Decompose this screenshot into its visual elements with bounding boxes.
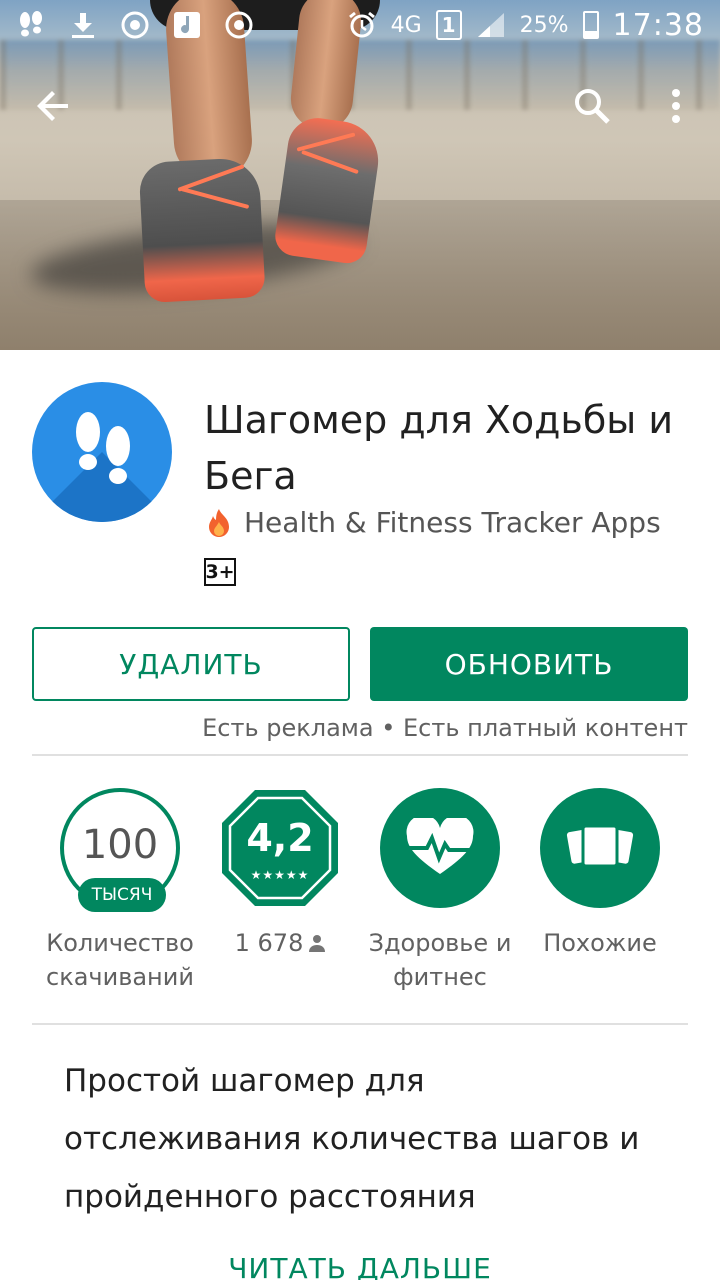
music-icon xyxy=(172,10,202,40)
feature-graphic xyxy=(0,0,720,350)
downloads-unit: ТЫСЯЧ xyxy=(78,878,166,912)
sim-slot-indicator: 1 xyxy=(435,10,462,40)
age-rating-badge[interactable]: 3+ xyxy=(204,558,236,586)
sneaker-right xyxy=(272,114,384,266)
app-icon xyxy=(32,382,172,522)
rating-stat[interactable]: 4,2 ★★★★★ 1 678 xyxy=(200,788,360,960)
developer-name: Health & Fitness Tracker Apps xyxy=(244,506,661,539)
divider xyxy=(32,754,688,756)
more-options-button[interactable] xyxy=(650,80,702,132)
rating-stars: ★★★★★ xyxy=(250,868,310,882)
search-button[interactable] xyxy=(566,80,618,132)
clock: 17:38 xyxy=(612,7,704,43)
person-icon xyxy=(309,935,326,952)
chrome-icon xyxy=(120,10,150,40)
downloads-label: Количество скачиваний xyxy=(46,929,194,991)
divider xyxy=(32,1023,688,1025)
heart-pulse-icon xyxy=(406,818,474,874)
category-label: Здоровье и фитнес xyxy=(368,929,512,991)
arrow-back-icon xyxy=(37,91,68,121)
footprints-icon xyxy=(76,412,130,484)
rating-value: 4,2 xyxy=(246,816,314,860)
chrome-icon xyxy=(224,10,254,40)
similar-stat[interactable]: Похожие xyxy=(520,788,680,960)
fire-icon xyxy=(209,508,229,537)
downloads-stat: 100 ТЫСЯЧ Количество скачиваний xyxy=(40,788,200,994)
developer-link[interactable]: Health & Fitness Tracker Apps xyxy=(206,506,661,539)
uninstall-button[interactable]: УДАЛИТЬ xyxy=(32,627,350,701)
battery-percent: 25% xyxy=(519,12,569,38)
similar-label: Похожие xyxy=(543,929,657,957)
download-icon xyxy=(68,10,98,40)
footsteps-icon xyxy=(16,10,46,40)
similar-badge xyxy=(540,788,660,908)
app-title: Шагомер для Ходьбы и Бега xyxy=(204,398,674,498)
downloads-badge: 100 ТЫСЯЧ xyxy=(60,788,180,912)
signal-icon xyxy=(476,10,506,40)
rating-count: 1 678 xyxy=(234,929,304,957)
more-vert-icon xyxy=(672,89,680,123)
alarm-icon xyxy=(347,10,377,40)
downloads-number: 100 xyxy=(81,822,159,868)
category-stat[interactable]: Здоровье и фитнес xyxy=(360,788,520,994)
similar-apps-icon xyxy=(566,824,634,868)
read-more-button[interactable]: ЧИТАТЬ ДАЛЬШЕ xyxy=(0,1252,720,1280)
short-description: Простой шагомер для отслеживания количес… xyxy=(64,1063,640,1215)
category-badge xyxy=(380,788,500,908)
network-type: 4G xyxy=(390,12,422,38)
update-button[interactable]: ОБНОВИТЬ xyxy=(370,627,688,701)
ads-notice: Есть реклама • Есть платный контент xyxy=(202,714,688,742)
battery-icon xyxy=(582,11,599,39)
status-bar: 4G 1 25% 17:38 xyxy=(0,0,720,50)
search-icon xyxy=(575,89,610,124)
back-button[interactable] xyxy=(28,80,80,132)
